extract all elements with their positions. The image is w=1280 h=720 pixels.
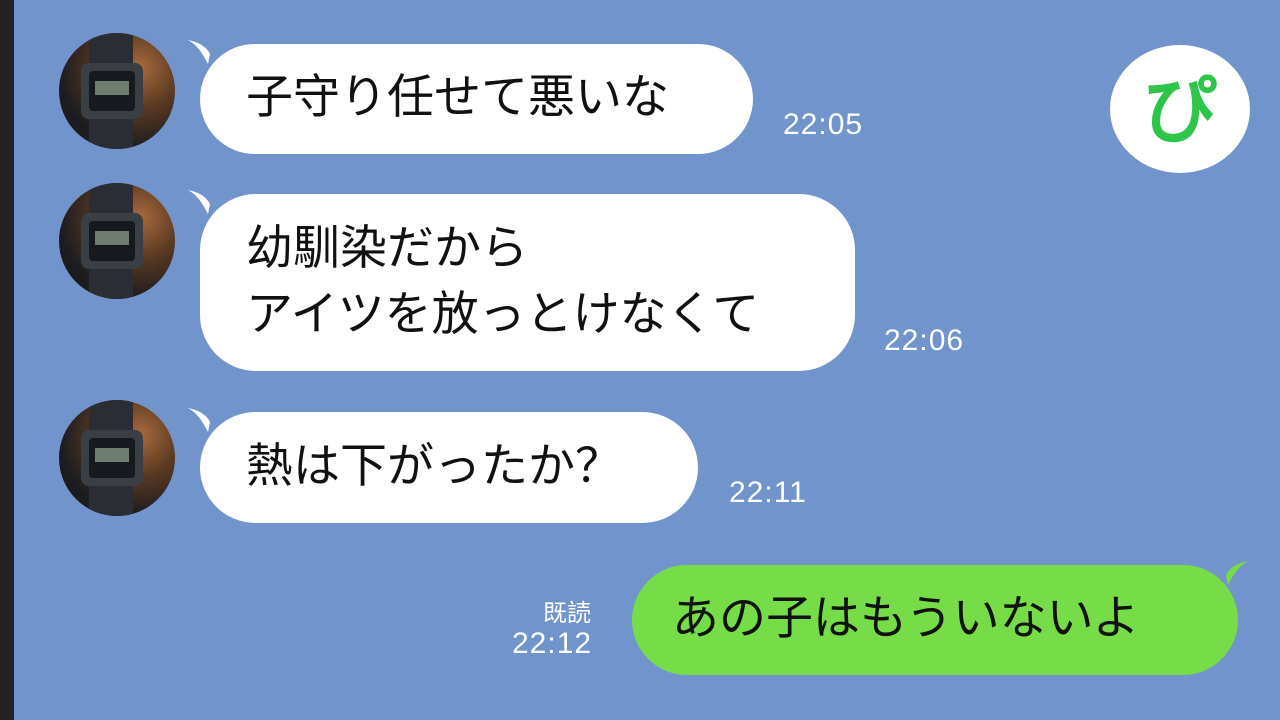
received-message-bubble[interactable]: 熱は下がったか？ [188,408,698,523]
contact-avatar[interactable] [59,33,175,149]
message-timestamp: 22:06 [884,324,965,357]
pi-logo-icon: ぴ [1143,68,1217,154]
bubble-tail [188,40,210,64]
wristwatch-avatar-icon [81,183,143,299]
read-receipt: 既読 [543,599,591,627]
screen-edge [0,0,14,720]
bubble-tail [188,190,210,214]
bubble-tail [188,408,210,432]
message-timestamp: 22:12 [512,627,593,660]
wristwatch-avatar-icon [81,33,143,149]
contact-avatar[interactable] [59,400,175,516]
message-text-line: アイツを放っとけなくて [246,287,760,342]
message-timestamp: 22:05 [783,108,864,141]
message-text-line: 幼馴染だから [246,221,528,276]
bubble-tail [1226,561,1248,585]
message-timestamp: 22:11 [729,476,807,509]
logo-glyph: ぴ [1143,68,1217,154]
contact-avatar[interactable] [59,183,175,299]
received-message-bubble[interactable]: 幼馴染だから アイツを放っとけなくて [188,190,855,371]
message-text: 熱は下がったか？ [246,439,622,494]
received-message-bubble[interactable]: 子守り任せて悪いな [188,40,753,154]
message-text: あの子はもういないよ [672,591,1140,646]
message-text: 子守り任せて悪いな [246,70,669,125]
channel-logo: ぴ [1110,45,1250,173]
sent-message-bubble[interactable]: あの子はもういないよ [632,561,1248,675]
wristwatch-avatar-icon [81,400,143,516]
